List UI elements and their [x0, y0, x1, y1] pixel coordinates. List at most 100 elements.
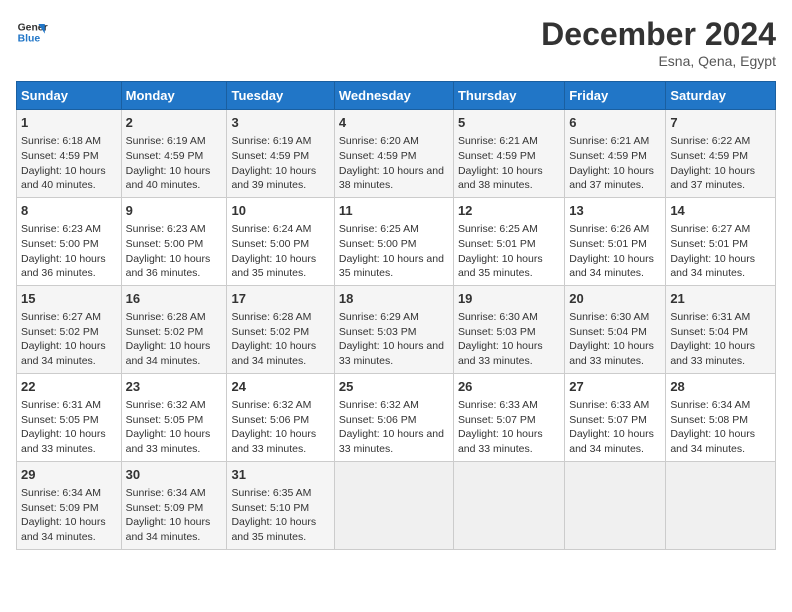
- sunset-label: Sunset: 5:02 PM: [126, 326, 204, 338]
- logo-icon: General Blue: [16, 16, 48, 48]
- sunset-label: Sunset: 5:07 PM: [458, 414, 536, 426]
- sunrise-label: Sunrise: 6:19 AM: [126, 135, 206, 147]
- calendar-cell: 10Sunrise: 6:24 AMSunset: 5:00 PMDayligh…: [227, 197, 334, 285]
- calendar-cell: 22Sunrise: 6:31 AMSunset: 5:05 PMDayligh…: [17, 373, 122, 461]
- calendar-cell: 9Sunrise: 6:23 AMSunset: 5:00 PMDaylight…: [121, 197, 227, 285]
- daylight-label: Daylight: 10 hours and 37 minutes.: [569, 165, 654, 192]
- sunset-label: Sunset: 5:03 PM: [458, 326, 536, 338]
- day-number: 13: [569, 202, 661, 220]
- sunrise-label: Sunrise: 6:30 AM: [458, 311, 538, 323]
- sunset-label: Sunset: 4:59 PM: [458, 150, 536, 162]
- sunset-label: Sunset: 4:59 PM: [231, 150, 309, 162]
- calendar-cell: 25Sunrise: 6:32 AMSunset: 5:06 PMDayligh…: [334, 373, 453, 461]
- sunset-label: Sunset: 5:05 PM: [21, 414, 99, 426]
- calendar-week-row: 1Sunrise: 6:18 AMSunset: 4:59 PMDaylight…: [17, 110, 776, 198]
- daylight-label: Daylight: 10 hours and 33 minutes.: [458, 340, 543, 367]
- day-number: 11: [339, 202, 449, 220]
- header-monday: Monday: [121, 82, 227, 110]
- daylight-label: Daylight: 10 hours and 33 minutes.: [231, 428, 316, 455]
- daylight-label: Daylight: 10 hours and 36 minutes.: [126, 253, 211, 280]
- day-number: 19: [458, 290, 560, 308]
- calendar-cell: 27Sunrise: 6:33 AMSunset: 5:07 PMDayligh…: [565, 373, 666, 461]
- daylight-label: Daylight: 10 hours and 33 minutes.: [670, 340, 755, 367]
- sunset-label: Sunset: 5:01 PM: [569, 238, 647, 250]
- calendar-cell: 28Sunrise: 6:34 AMSunset: 5:08 PMDayligh…: [666, 373, 776, 461]
- sunrise-label: Sunrise: 6:27 AM: [670, 223, 750, 235]
- daylight-label: Daylight: 10 hours and 34 minutes.: [21, 340, 106, 367]
- sunset-label: Sunset: 5:01 PM: [458, 238, 536, 250]
- day-number: 8: [21, 202, 117, 220]
- calendar-cell: 6Sunrise: 6:21 AMSunset: 4:59 PMDaylight…: [565, 110, 666, 198]
- sunrise-label: Sunrise: 6:23 AM: [126, 223, 206, 235]
- svg-text:Blue: Blue: [18, 34, 41, 45]
- daylight-label: Daylight: 10 hours and 34 minutes.: [126, 340, 211, 367]
- sunset-label: Sunset: 4:59 PM: [569, 150, 647, 162]
- sunset-label: Sunset: 5:05 PM: [126, 414, 204, 426]
- daylight-label: Daylight: 10 hours and 34 minutes.: [231, 340, 316, 367]
- calendar-cell: 3 Sunrise: 6:19 AM Sunset: 4:59 PM Daylight…: [227, 110, 334, 198]
- calendar-cell: 31Sunrise: 6:35 AMSunset: 5:10 PMDayligh…: [227, 461, 334, 549]
- daylight-label: Daylight: 10 hours and 35 minutes.: [458, 253, 543, 280]
- sunrise-label: Sunrise: 6:32 AM: [126, 399, 206, 411]
- calendar-week-row: 15Sunrise: 6:27 AMSunset: 5:02 PMDayligh…: [17, 285, 776, 373]
- day-number: 1: [21, 114, 117, 132]
- daylight-label: Daylight: 10 hours and 38 minutes.: [458, 165, 543, 192]
- calendar-cell: 1Sunrise: 6:18 AMSunset: 4:59 PMDaylight…: [17, 110, 122, 198]
- calendar-cell: [565, 461, 666, 549]
- logo: General Blue: [16, 16, 48, 48]
- daylight-label: Daylight: 10 hours and 33 minutes.: [21, 428, 106, 455]
- daylight-label: Daylight: 10 hours and 36 minutes.: [21, 253, 106, 280]
- header-wednesday: Wednesday: [334, 82, 453, 110]
- sunrise-label: Sunrise: 6:30 AM: [569, 311, 649, 323]
- daylight-label: Daylight: 10 hours and 33 minutes.: [126, 428, 211, 455]
- day-number: 3: [231, 114, 329, 132]
- sunrise-label: Sunrise: 6:19 AM: [231, 135, 311, 147]
- sunrise-label: Sunrise: 6:24 AM: [231, 223, 311, 235]
- sunset-label: Sunset: 4:59 PM: [670, 150, 748, 162]
- weekday-header-row: Sunday Monday Tuesday Wednesday Thursday…: [17, 82, 776, 110]
- sunset-label: Sunset: 4:59 PM: [126, 150, 204, 162]
- calendar-cell: 12Sunrise: 6:25 AMSunset: 5:01 PMDayligh…: [453, 197, 564, 285]
- sunrise-label: Sunrise: 6:25 AM: [458, 223, 538, 235]
- daylight-label: Daylight: 10 hours and 34 minutes.: [569, 253, 654, 280]
- day-number: 21: [670, 290, 771, 308]
- day-number: 14: [670, 202, 771, 220]
- sunset-label: Sunset: 5:06 PM: [231, 414, 309, 426]
- daylight-label: Daylight: 10 hours and 35 minutes.: [231, 253, 316, 280]
- header-friday: Friday: [565, 82, 666, 110]
- calendar-cell: 17Sunrise: 6:28 AMSunset: 5:02 PMDayligh…: [227, 285, 334, 373]
- calendar-table: Sunday Monday Tuesday Wednesday Thursday…: [16, 81, 776, 550]
- sunset-label: Sunset: 5:00 PM: [231, 238, 309, 250]
- calendar-cell: [453, 461, 564, 549]
- page-title: December 2024: [541, 16, 776, 53]
- day-number: 2: [126, 114, 223, 132]
- calendar-week-row: 8 Sunrise: 6:23 AM Sunset: 5:00 PM Daylight…: [17, 197, 776, 285]
- page-subtitle: Esna, Qena, Egypt: [541, 53, 776, 69]
- calendar-cell: [666, 461, 776, 549]
- sunset-label: Sunset: 5:01 PM: [670, 238, 748, 250]
- daylight-label: Daylight: 10 hours and 39 minutes.: [231, 165, 316, 192]
- sunset-label: Sunset: 5:09 PM: [126, 502, 204, 514]
- sunrise-label: Sunrise: 6:32 AM: [231, 399, 311, 411]
- calendar-cell: 7Sunrise: 6:22 AMSunset: 4:59 PMDaylight…: [666, 110, 776, 198]
- daylight-label: Daylight: 10 hours and 35 minutes.: [231, 516, 316, 543]
- calendar-week-row: 29Sunrise: 6:34 AMSunset: 5:09 PMDayligh…: [17, 461, 776, 549]
- day-number: 30: [126, 466, 223, 484]
- day-number: 5: [458, 114, 560, 132]
- calendar-cell: 18Sunrise: 6:29 AMSunset: 5:03 PMDayligh…: [334, 285, 453, 373]
- sunrise-label: Sunrise: 6:28 AM: [126, 311, 206, 323]
- day-number: 31: [231, 466, 329, 484]
- daylight-label: Daylight: 10 hours and 37 minutes.: [670, 165, 755, 192]
- title-area: December 2024 Esna, Qena, Egypt: [541, 16, 776, 69]
- sunset-label: Sunset: 5:02 PM: [21, 326, 99, 338]
- calendar-cell: 15Sunrise: 6:27 AMSunset: 5:02 PMDayligh…: [17, 285, 122, 373]
- header: General Blue December 2024 Esna, Qena, E…: [16, 16, 776, 69]
- sunrise-label: Sunrise: 6:34 AM: [21, 487, 101, 499]
- day-number: 23: [126, 378, 223, 396]
- calendar-cell: 19 Sunrise: 6:30 AM Sunset: 5:03 PM Dayligh…: [453, 285, 564, 373]
- daylight-label: Daylight: 10 hours and 33 minutes.: [339, 340, 444, 367]
- sunrise-label: Sunrise: 6:22 AM: [670, 135, 750, 147]
- daylight-label: Daylight: 10 hours and 34 minutes.: [569, 428, 654, 455]
- calendar-cell: 20Sunrise: 6:30 AMSunset: 5:04 PMDayligh…: [565, 285, 666, 373]
- sunrise-label: Sunrise: 6:26 AM: [569, 223, 649, 235]
